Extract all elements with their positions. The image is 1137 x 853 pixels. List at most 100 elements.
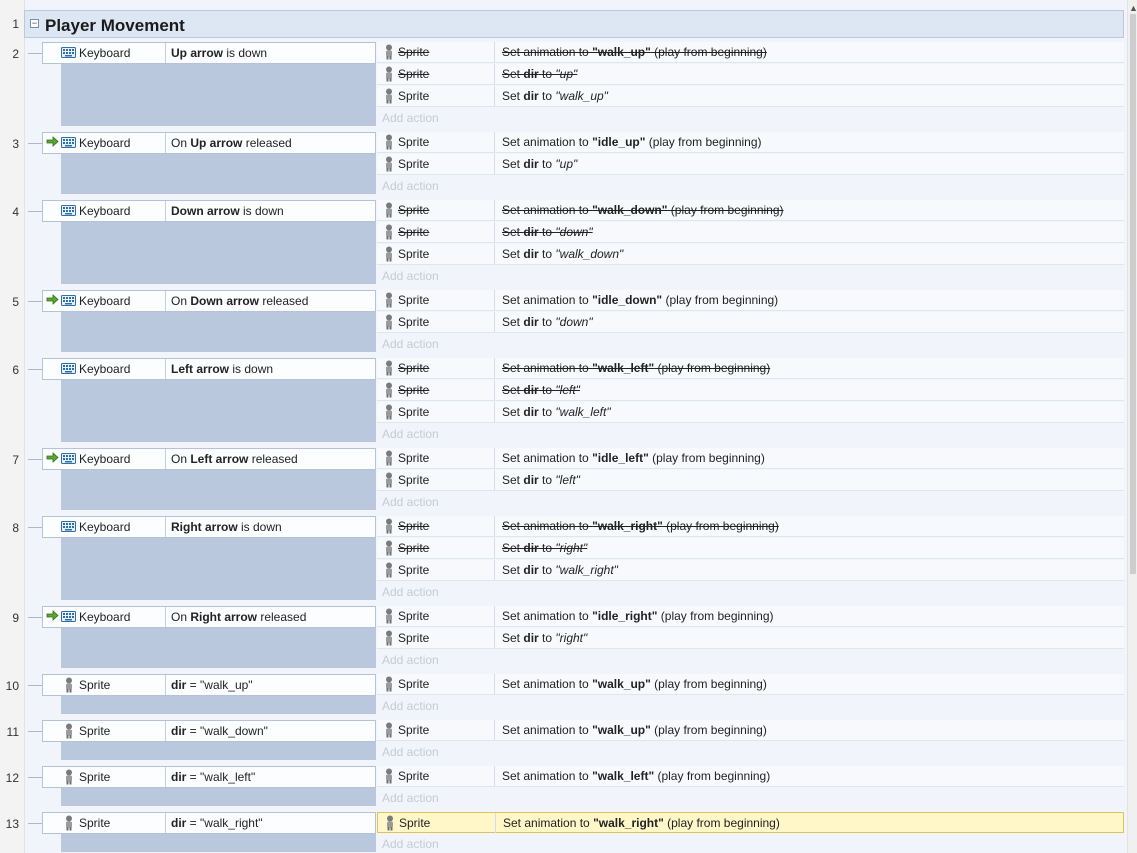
action-text[interactable]: Set dir to "right" bbox=[502, 541, 587, 555]
add-action-link[interactable]: Add action bbox=[382, 745, 439, 759]
action-text[interactable]: Set dir to "down" bbox=[502, 315, 593, 329]
action-text[interactable]: Set animation to "walk_right" (play from… bbox=[503, 816, 780, 830]
action-row[interactable]: Sprite Set animation to "walk_right" (pla… bbox=[377, 812, 1124, 833]
condition-text[interactable]: dir = "walk_right" bbox=[171, 816, 263, 830]
condition-object-cell[interactable]: Sprite bbox=[43, 675, 166, 695]
action-row[interactable]: Sprite Set animation to "walk_left" (play… bbox=[377, 358, 1124, 379]
action-row[interactable]: Sprite Set animation to "walk_left" (play… bbox=[377, 766, 1124, 787]
action-row[interactable]: Sprite Set dir to "left" bbox=[377, 380, 1124, 401]
add-action-link[interactable]: Add action bbox=[382, 495, 439, 509]
action-object-cell[interactable]: Sprite bbox=[377, 606, 495, 626]
action-object-cell[interactable]: Sprite bbox=[377, 448, 495, 468]
action-object-cell[interactable]: Sprite bbox=[377, 560, 495, 580]
action-row[interactable]: Sprite Set animation to "idle_left" (play… bbox=[377, 448, 1124, 469]
action-text[interactable]: Set dir to "left" bbox=[502, 383, 580, 397]
action-row[interactable]: Sprite Set animation to "walk_up" (play f… bbox=[377, 42, 1124, 63]
condition-object-cell[interactable]: Keyboard bbox=[43, 133, 166, 153]
add-action-link[interactable]: Add action bbox=[382, 837, 439, 851]
action-object-cell[interactable]: Sprite bbox=[377, 358, 495, 378]
action-object-cell[interactable]: Sprite bbox=[378, 813, 496, 833]
add-action-link[interactable]: Add action bbox=[382, 653, 439, 667]
condition-row[interactable]: Keyboard On Up arrow released bbox=[42, 132, 376, 154]
action-text[interactable]: Set animation to "walk_up" (play from be… bbox=[502, 723, 767, 737]
action-object-cell[interactable]: Sprite bbox=[377, 200, 495, 220]
add-action-link[interactable]: Add action bbox=[382, 585, 439, 599]
action-text[interactable]: Set animation to "idle_right" (play from… bbox=[502, 609, 774, 623]
action-object-cell[interactable]: Sprite bbox=[377, 86, 495, 106]
action-object-cell[interactable]: Sprite bbox=[377, 64, 495, 84]
action-object-cell[interactable]: Sprite bbox=[377, 516, 495, 536]
condition-row[interactable]: Keyboard Down arrow is down bbox=[42, 200, 376, 222]
action-object-cell[interactable]: Sprite bbox=[377, 766, 495, 786]
action-row[interactable]: Sprite Set animation to "walk_right" (pla… bbox=[377, 516, 1124, 537]
action-text[interactable]: Set dir to "walk_up" bbox=[502, 89, 608, 103]
action-row[interactable]: Sprite Set dir to "up" bbox=[377, 154, 1124, 175]
action-row[interactable]: Sprite Set dir to "down" bbox=[377, 222, 1124, 243]
add-action-link[interactable]: Add action bbox=[382, 427, 439, 441]
add-action-link[interactable]: Add action bbox=[382, 111, 439, 125]
condition-text[interactable]: Left arrow is down bbox=[171, 362, 273, 376]
action-text[interactable]: Set animation to "idle_down" (play from … bbox=[502, 293, 778, 307]
condition-object-cell[interactable]: Sprite bbox=[43, 767, 166, 787]
collapse-toggle-icon[interactable]: − bbox=[30, 19, 39, 28]
action-object-cell[interactable]: Sprite bbox=[377, 290, 495, 310]
action-text[interactable]: Set animation to "idle_left" (play from … bbox=[502, 451, 765, 465]
action-row[interactable]: Sprite Set animation to "walk_up" (play f… bbox=[377, 674, 1124, 695]
action-text[interactable]: Set dir to "walk_down" bbox=[502, 247, 623, 261]
action-row[interactable]: Sprite Set animation to "walk_down" (play… bbox=[377, 200, 1124, 221]
action-text[interactable]: Set animation to "walk_right" (play from… bbox=[502, 519, 779, 533]
action-row[interactable]: Sprite Set dir to "down" bbox=[377, 312, 1124, 333]
action-row[interactable]: Sprite Set dir to "walk_right" bbox=[377, 560, 1124, 581]
condition-text[interactable]: On Down arrow released bbox=[171, 294, 308, 308]
condition-object-cell[interactable]: Keyboard bbox=[43, 201, 166, 221]
action-text[interactable]: Set dir to "left" bbox=[502, 473, 580, 487]
condition-row[interactable]: Sprite dir = "walk_right" bbox=[42, 812, 376, 834]
condition-row[interactable]: Keyboard On Right arrow released bbox=[42, 606, 376, 628]
add-action-link[interactable]: Add action bbox=[382, 269, 439, 283]
action-object-cell[interactable]: Sprite bbox=[377, 132, 495, 152]
action-row[interactable]: Sprite Set dir to "walk_left" bbox=[377, 402, 1124, 423]
condition-object-cell[interactable]: Keyboard bbox=[43, 291, 166, 311]
action-object-cell[interactable]: Sprite bbox=[377, 538, 495, 558]
action-text[interactable]: Set dir to "walk_right" bbox=[502, 563, 618, 577]
add-action-link[interactable]: Add action bbox=[382, 699, 439, 713]
action-text[interactable]: Set animation to "walk_down" (play from … bbox=[502, 203, 784, 217]
condition-text[interactable]: On Left arrow released bbox=[171, 452, 298, 466]
condition-text[interactable]: On Right arrow released bbox=[171, 610, 306, 624]
action-object-cell[interactable]: Sprite bbox=[377, 402, 495, 422]
add-action-link[interactable]: Add action bbox=[382, 179, 439, 193]
action-row[interactable]: Sprite Set animation to "walk_up" (play f… bbox=[377, 720, 1124, 741]
condition-text[interactable]: Down arrow is down bbox=[171, 204, 284, 218]
condition-row[interactable]: Sprite dir = "walk_up" bbox=[42, 674, 376, 696]
condition-row[interactable]: Keyboard On Down arrow released bbox=[42, 290, 376, 312]
action-text[interactable]: Set animation to "walk_up" (play from be… bbox=[502, 677, 767, 691]
action-text[interactable]: Set dir to "right" bbox=[502, 631, 587, 645]
action-object-cell[interactable]: Sprite bbox=[377, 222, 495, 242]
condition-object-cell[interactable]: Keyboard bbox=[43, 43, 166, 63]
condition-row[interactable]: Sprite dir = "walk_down" bbox=[42, 720, 376, 742]
action-object-cell[interactable]: Sprite bbox=[377, 312, 495, 332]
action-row[interactable]: Sprite Set animation to "idle_down" (play… bbox=[377, 290, 1124, 311]
condition-object-cell[interactable]: Sprite bbox=[43, 721, 166, 741]
action-text[interactable]: Set dir to "walk_left" bbox=[502, 405, 611, 419]
add-action-link[interactable]: Add action bbox=[382, 791, 439, 805]
action-row[interactable]: Sprite Set dir to "up" bbox=[377, 64, 1124, 85]
action-text[interactable]: Set animation to "walk_up" (play from be… bbox=[502, 45, 767, 59]
condition-object-cell[interactable]: Keyboard bbox=[43, 359, 166, 379]
condition-text[interactable]: Up arrow is down bbox=[171, 46, 267, 60]
action-text[interactable]: Set animation to "walk_left" (play from … bbox=[502, 361, 770, 375]
action-object-cell[interactable]: Sprite bbox=[377, 470, 495, 490]
action-object-cell[interactable]: Sprite bbox=[377, 42, 495, 62]
condition-text[interactable]: On Up arrow released bbox=[171, 136, 292, 150]
scroll-up-arrow-icon[interactable]: ▲ bbox=[1129, 3, 1137, 13]
action-text[interactable]: Set animation to "idle_up" (play from be… bbox=[502, 135, 762, 149]
scrollbar-thumb[interactable] bbox=[1130, 14, 1136, 574]
condition-row[interactable]: Keyboard Up arrow is down bbox=[42, 42, 376, 64]
vertical-scrollbar[interactable]: ▲ bbox=[1127, 0, 1137, 853]
condition-text[interactable]: dir = "walk_down" bbox=[171, 724, 268, 738]
action-row[interactable]: Sprite Set animation to "idle_up" (play f… bbox=[377, 132, 1124, 153]
action-text[interactable]: Set animation to "walk_left" (play from … bbox=[502, 769, 770, 783]
action-text[interactable]: Set dir to "down" bbox=[502, 225, 593, 239]
action-object-cell[interactable]: Sprite bbox=[377, 628, 495, 648]
condition-row[interactable]: Keyboard On Left arrow released bbox=[42, 448, 376, 470]
